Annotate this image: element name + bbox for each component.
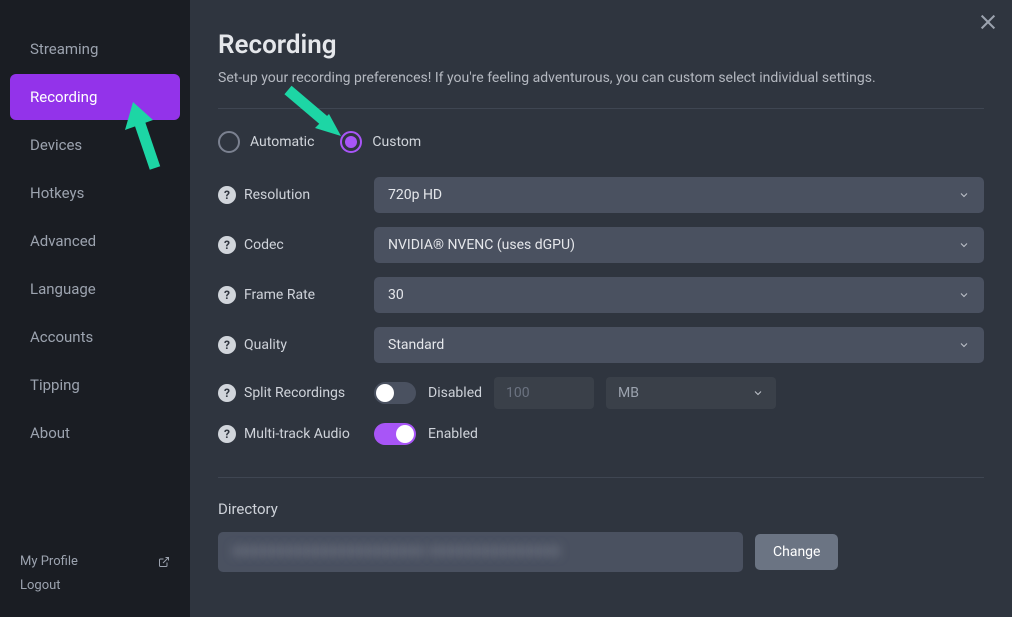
setting-quality: ? Quality Standard	[218, 327, 984, 363]
mode-selector: Automatic Custom	[218, 131, 984, 153]
sidebar-footer: My Profile Logout	[0, 550, 190, 617]
codec-label: Codec	[244, 237, 366, 253]
help-icon[interactable]: ?	[218, 236, 236, 254]
divider	[218, 477, 984, 478]
directory-row: XXXXXXXXXXXXXXXXXXXXXX XXXXXXXXXXXXXXX C…	[218, 532, 984, 572]
resolution-value: 720p HD	[388, 187, 442, 203]
sidebar-item-streaming[interactable]: Streaming	[10, 26, 180, 72]
sidebar-item-recording[interactable]: Recording	[10, 74, 180, 120]
external-link-icon	[158, 556, 170, 568]
split-unit-select: MB	[606, 377, 776, 409]
setting-framerate: ? Frame Rate 30	[218, 277, 984, 313]
mode-automatic[interactable]: Automatic	[218, 131, 314, 153]
framerate-value: 30	[388, 287, 404, 303]
sidebar-item-language[interactable]: Language	[10, 266, 180, 312]
page-subtitle: Set-up your recording preferences! If yo…	[218, 70, 984, 86]
help-icon[interactable]: ?	[218, 186, 236, 204]
sidebar-profile-label: My Profile	[20, 550, 78, 573]
setting-split-recordings: ? Split Recordings Disabled 100 MB	[218, 377, 984, 409]
codec-select[interactable]: NVIDIA® NVENC (uses dGPU)	[374, 227, 984, 263]
sidebar-nav: Streaming Recording Devices Hotkeys Adva…	[0, 24, 190, 550]
directory-path: XXXXXXXXXXXXXXXXXXXXXX XXXXXXXXXXXXXXX	[218, 532, 743, 572]
settings-list: ? Resolution 720p HD ? Codec NVIDIA® NVE…	[218, 177, 984, 445]
codec-value: NVIDIA® NVENC (uses dGPU)	[388, 237, 575, 253]
quality-value: Standard	[388, 337, 444, 353]
framerate-label: Frame Rate	[244, 287, 366, 303]
setting-resolution: ? Resolution 720p HD	[218, 177, 984, 213]
main-panel: Recording Set-up your recording preferen…	[190, 0, 1012, 617]
divider	[218, 108, 984, 109]
quality-label: Quality	[244, 337, 366, 353]
sidebar-item-devices[interactable]: Devices	[10, 122, 180, 168]
resolution-label: Resolution	[244, 187, 366, 203]
split-state-label: Disabled	[428, 385, 482, 401]
multitrack-toggle[interactable]	[374, 423, 416, 445]
radio-checked-icon	[340, 131, 362, 153]
split-toggle[interactable]	[374, 382, 416, 404]
sidebar-item-accounts[interactable]: Accounts	[10, 314, 180, 360]
mode-automatic-label: Automatic	[250, 134, 314, 150]
sidebar-item-about[interactable]: About	[10, 410, 180, 456]
page-title: Recording	[218, 30, 984, 60]
chevron-down-icon	[958, 339, 970, 351]
help-icon[interactable]: ?	[218, 425, 236, 443]
setting-codec: ? Codec NVIDIA® NVENC (uses dGPU)	[218, 227, 984, 263]
framerate-select[interactable]: 30	[374, 277, 984, 313]
resolution-select[interactable]: 720p HD	[374, 177, 984, 213]
sidebar-item-tipping[interactable]: Tipping	[10, 362, 180, 408]
change-directory-button[interactable]: Change	[755, 534, 838, 570]
split-label: Split Recordings	[244, 385, 366, 401]
split-unit-value: MB	[618, 385, 639, 401]
setting-multitrack-audio: ? Multi-track Audio Enabled	[218, 423, 984, 445]
radio-unchecked-icon	[218, 131, 240, 153]
sidebar-item-advanced[interactable]: Advanced	[10, 218, 180, 264]
chevron-down-icon	[958, 189, 970, 201]
multitrack-label: Multi-track Audio	[244, 426, 366, 442]
help-icon[interactable]: ?	[218, 336, 236, 354]
mode-custom-label: Custom	[372, 134, 421, 150]
sidebar-my-profile[interactable]: My Profile	[20, 550, 170, 573]
directory-label: Directory	[218, 500, 984, 518]
multitrack-state-label: Enabled	[428, 426, 478, 442]
sidebar-logout[interactable]: Logout	[20, 574, 170, 597]
chevron-down-icon	[958, 239, 970, 251]
sidebar-item-hotkeys[interactable]: Hotkeys	[10, 170, 180, 216]
mode-custom[interactable]: Custom	[340, 131, 421, 153]
chevron-down-icon	[958, 289, 970, 301]
split-size-input: 100	[494, 377, 594, 409]
quality-select[interactable]: Standard	[374, 327, 984, 363]
sidebar: Streaming Recording Devices Hotkeys Adva…	[0, 0, 190, 617]
chevron-down-icon	[752, 387, 764, 399]
help-icon[interactable]: ?	[218, 384, 236, 402]
help-icon[interactable]: ?	[218, 286, 236, 304]
close-icon[interactable]	[978, 12, 998, 32]
